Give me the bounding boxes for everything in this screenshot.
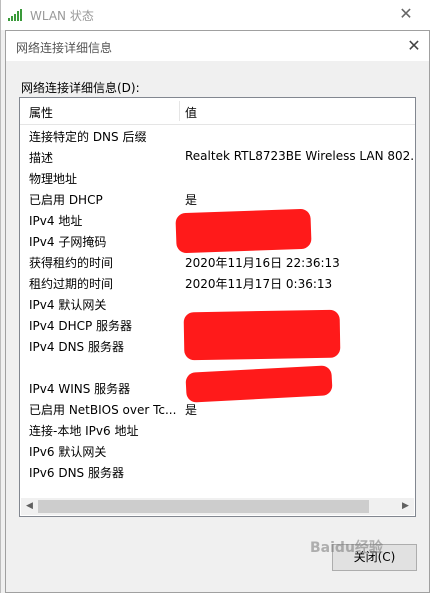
table-row[interactable]: IPv6 默认网关 bbox=[20, 440, 415, 461]
redaction-mark bbox=[183, 309, 341, 361]
table-row[interactable]: 连接-本地 IPv6 地址 bbox=[20, 419, 415, 440]
row-property: 连接-本地 IPv6 地址 bbox=[29, 424, 139, 438]
table-row[interactable]: 获得租约的时间 2020年11月16日 22:36:13 bbox=[20, 251, 415, 272]
column-header-property[interactable]: 属性 bbox=[29, 104, 53, 121]
row-property: 物理地址 bbox=[29, 172, 78, 186]
row-property: IPv4 DHCP 服务器 bbox=[29, 319, 133, 333]
row-value: 是 bbox=[185, 193, 198, 207]
dialog-title: 网络连接详细信息 bbox=[16, 41, 113, 55]
horizontal-scrollbar[interactable]: ◀ ▶ bbox=[21, 498, 414, 515]
row-value: 是 bbox=[185, 403, 198, 417]
table-row[interactable]: 连接特定的 DNS 后缀 bbox=[20, 125, 415, 146]
row-property: IPv4 DNS 服务器 bbox=[29, 340, 124, 354]
dialog-close-icon[interactable]: ✕ bbox=[404, 36, 424, 56]
row-property: 已启用 NetBIOS over Tc... bbox=[29, 403, 177, 417]
list-header: 属性 值 bbox=[20, 98, 415, 125]
row-property: 租约过期的时间 bbox=[29, 277, 114, 291]
table-row[interactable]: 租约过期的时间 2020年11月17日 0:36:13 bbox=[20, 272, 415, 293]
network-details-dialog: 网络连接详细信息 ✕ 网络连接详细信息(D): 属性 值 连接特定的 DNS 后… bbox=[5, 30, 430, 593]
scroll-right-icon[interactable]: ▶ bbox=[397, 498, 414, 515]
details-list[interactable]: 属性 值 连接特定的 DNS 后缀 描述 Realtek RTL8723BE Wir… bbox=[19, 97, 416, 517]
row-property: IPv4 默认网关 bbox=[29, 298, 107, 312]
dialog-titlebar: 网络连接详细信息 ✕ bbox=[6, 31, 429, 61]
parent-close-icon[interactable]: ✕ bbox=[396, 4, 416, 24]
row-property: 已启用 DHCP bbox=[29, 193, 103, 207]
scroll-thumb[interactable] bbox=[38, 500, 369, 513]
row-property: IPv4 WINS 服务器 bbox=[29, 382, 131, 396]
scroll-left-icon[interactable]: ◀ bbox=[21, 498, 38, 515]
details-group-label: 网络连接详细信息(D): bbox=[21, 81, 140, 95]
redaction-mark bbox=[175, 208, 312, 254]
row-property: IPv4 子网掩码 bbox=[29, 235, 107, 249]
row-property: 连接特定的 DNS 后缀 bbox=[29, 130, 147, 144]
row-property: IPv6 默认网关 bbox=[29, 445, 107, 459]
table-row[interactable]: 物理地址 bbox=[20, 167, 415, 188]
row-property: 获得租约的时间 bbox=[29, 256, 114, 270]
wifi-signal-icon bbox=[8, 9, 22, 21]
column-divider[interactable] bbox=[179, 101, 180, 121]
row-property: IPv6 DNS 服务器 bbox=[29, 466, 124, 480]
list-rows: 连接特定的 DNS 后缀 描述 Realtek RTL8723BE Wireless… bbox=[20, 125, 415, 482]
row-value: 2020年11月17日 0:36:13 bbox=[185, 277, 333, 291]
parent-window-title: WLAN 状态 bbox=[30, 9, 94, 23]
row-value: Realtek RTL8723BE Wireless LAN 802.11 bbox=[185, 149, 416, 163]
column-header-value[interactable]: 值 bbox=[185, 104, 197, 121]
table-row[interactable]: IPv6 DNS 服务器 bbox=[20, 461, 415, 482]
row-value: 2020年11月16日 22:36:13 bbox=[185, 256, 340, 270]
row-property: 描述 bbox=[29, 151, 54, 165]
watermark-text: Baidu经验 bbox=[310, 540, 383, 556]
parent-titlebar: WLAN 状态 ✕ bbox=[1, 0, 430, 30]
table-row[interactable]: 已启用 DHCP 是 bbox=[20, 188, 415, 209]
row-property: IPv4 地址 bbox=[29, 214, 83, 228]
table-row[interactable]: 描述 Realtek RTL8723BE Wireless LAN 802.11 bbox=[20, 146, 415, 167]
